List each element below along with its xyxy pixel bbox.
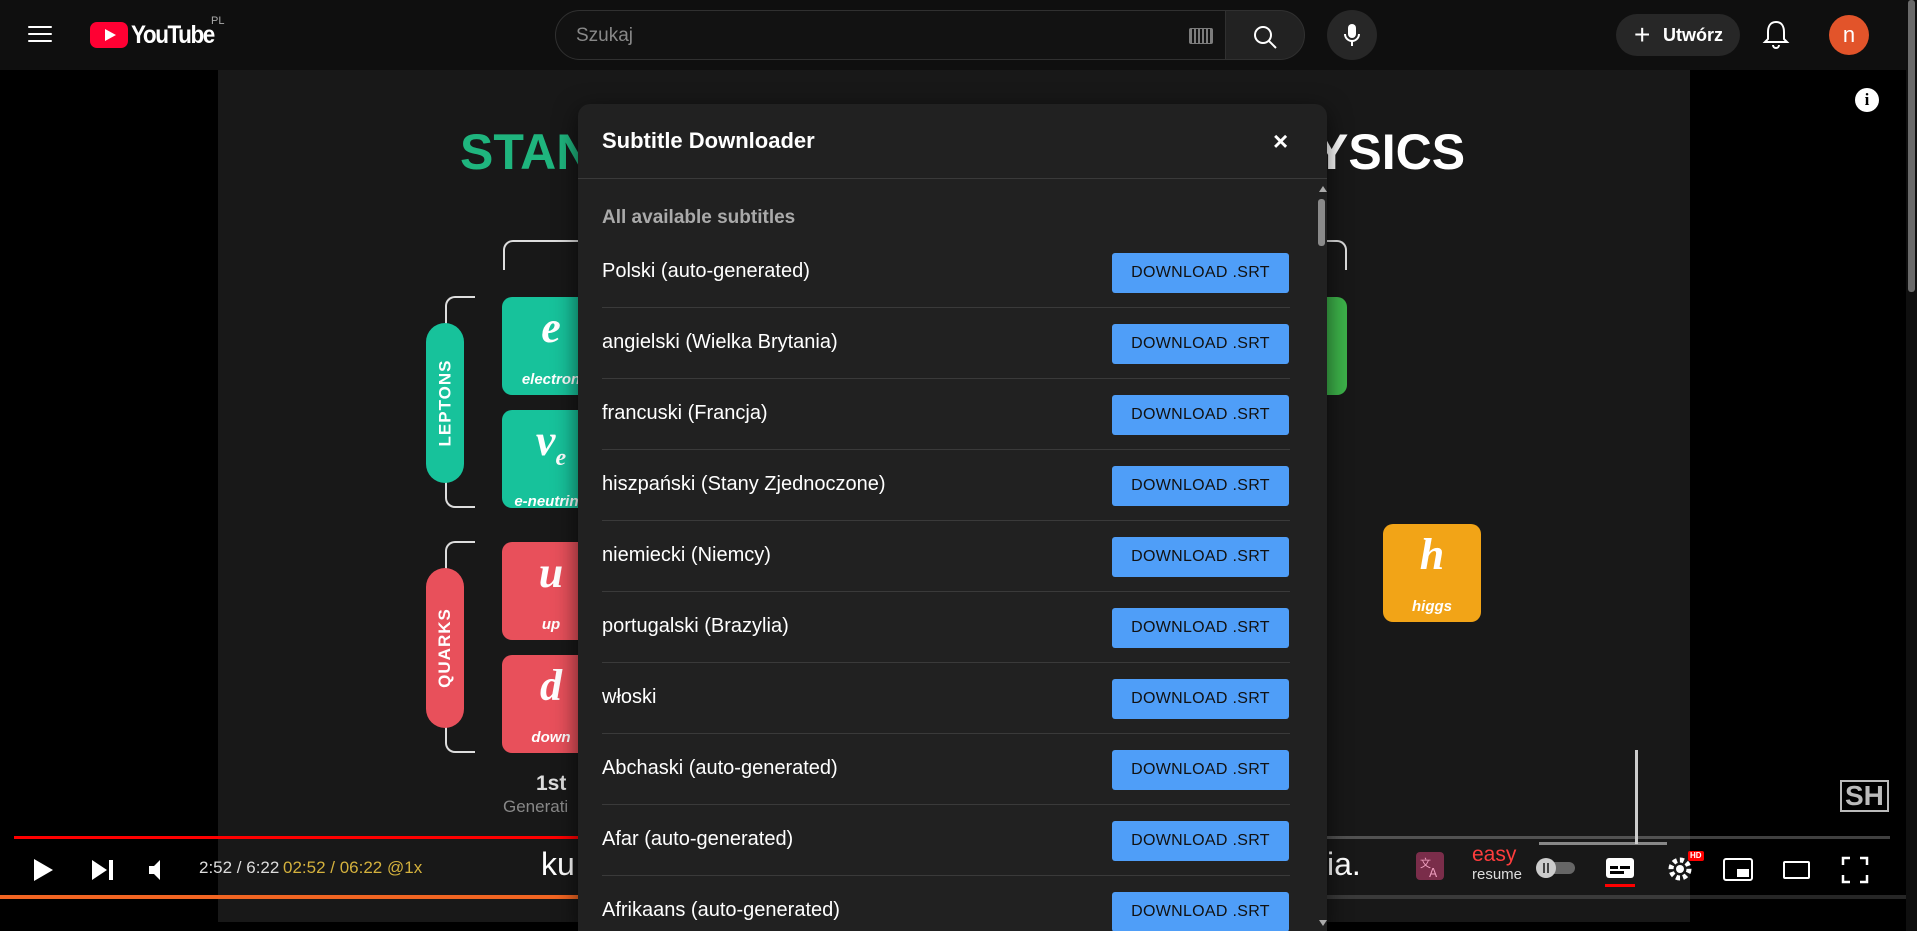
fullscreen-icon[interactable] [1841,856,1869,884]
subtitle-row: portugalski (Brazylia) DOWNLOAD .SRT [602,592,1290,663]
channel-watermark[interactable]: SH [1840,780,1889,812]
subtitle-language-label: Abchaski (auto-generated) [602,757,838,779]
mic-icon [1344,24,1360,46]
page-scrollbar-thumb[interactable] [1908,0,1915,292]
generation-label: Generati [503,797,569,816]
subtitle-row: Abchaski (auto-generated) DOWNLOAD .SRT [602,734,1290,805]
subtitle-language-label: włoski [602,686,657,708]
subtitle-row: francuski (Francja) DOWNLOAD .SRT [602,379,1290,450]
volume-slider-handle[interactable] [1635,750,1638,844]
dialog-scrollbar-thumb[interactable] [1318,199,1325,246]
video-title-left: STAN [460,124,593,180]
download-srt-button[interactable]: DOWNLOAD .SRT [1112,466,1289,506]
subtitle-language-label: Afar (auto-generated) [602,828,794,850]
play-icon[interactable] [30,856,56,884]
subtitle-row: hiszpański (Stany Zjednoczone) DOWNLOAD .… [602,450,1290,521]
search-button[interactable] [1225,10,1305,60]
generation-number: 1st [536,772,567,795]
create-label: Utwórz [1663,24,1723,45]
scroll-up-arrow-icon[interactable] [1319,186,1327,192]
logo-text: YouTube [131,20,215,49]
download-srt-button[interactable]: DOWNLOAD .SRT [1112,395,1289,435]
keyboard-icon[interactable] [1189,28,1213,44]
leptons-label: LEPTONS [426,323,464,483]
download-srt-button[interactable]: DOWNLOAD .SRT [1112,253,1289,293]
subtitle-language-label: niemiecki (Niemcy) [602,544,771,566]
masthead: YouTube PL + Utwórz n [0,0,1917,70]
dialog-header: Subtitle Downloader × [578,104,1327,179]
caption-text-left: ku [541,846,575,882]
youtube-logo-icon [90,22,128,48]
miniplayer-icon[interactable] [1722,857,1754,883]
search-box [555,10,1226,60]
download-srt-button[interactable]: DOWNLOAD .SRT [1112,679,1289,719]
video-title-right: YSICS [1315,124,1466,180]
subtitles-active-indicator [1605,884,1635,887]
scroll-down-arrow-icon[interactable] [1319,920,1327,926]
subtitle-row: Polski (auto-generated) DOWNLOAD .SRT [602,237,1290,308]
subtitle-row: niemiecki (Niemcy) DOWNLOAD .SRT [602,521,1290,592]
caption-text-right: ia. [1327,846,1361,882]
plus-icon: + [1634,19,1651,50]
subtitle-language-label: angielski (Wielka Brytania) [602,331,838,353]
info-icon[interactable]: i [1855,88,1879,112]
search-input[interactable] [576,23,1156,49]
time-display: 2:52 / 6:22 [199,858,280,877]
avatar[interactable]: n [1829,15,1869,55]
theater-mode-icon[interactable] [1782,859,1812,881]
particle-tile-higgs: h higgs [1383,524,1481,622]
easy-resume-subtitle[interactable]: resume [1472,866,1522,883]
next-icon[interactable] [90,858,116,882]
translate-icon[interactable]: 文A [1415,851,1445,881]
subtitle-row: Afrikaans (auto-generated) DOWNLOAD .SRT [602,876,1290,931]
download-srt-button[interactable]: DOWNLOAD .SRT [1112,892,1289,931]
volume-slider-track[interactable] [1539,842,1667,845]
subtitles-icon[interactable] [1604,856,1638,882]
dialog-body: All available subtitles Polski (auto-gen… [578,180,1327,931]
subtitle-language-label: portugalski (Brazylia) [602,615,789,637]
region-code: PL [211,15,225,27]
create-button[interactable]: + Utwórz [1616,14,1740,56]
youtube-logo[interactable]: YouTube [90,21,223,49]
download-srt-button[interactable]: DOWNLOAD .SRT [1112,750,1289,790]
easy-resume-title[interactable]: easy [1472,843,1516,867]
bell-icon [1762,20,1790,49]
subtitle-row: Afar (auto-generated) DOWNLOAD .SRT [602,805,1290,876]
time-extension-display: 02:52 / 06:22 @1x [283,858,423,877]
subtitle-row: włoski DOWNLOAD .SRT [602,663,1290,734]
section-heading: All available subtitles [602,207,796,228]
subtitle-language-label: Afrikaans (auto-generated) [602,899,840,921]
notifications-button[interactable] [1761,18,1791,50]
search-icon [1254,26,1277,49]
download-srt-button[interactable]: DOWNLOAD .SRT [1112,608,1289,648]
download-srt-button[interactable]: DOWNLOAD .SRT [1112,537,1289,577]
dialog-title: Subtitle Downloader [602,128,815,153]
subtitle-downloader-dialog: Subtitle Downloader × All available subt… [578,104,1327,931]
subtitle-language-label: hiszpański (Stany Zjednoczone) [602,473,886,495]
subtitle-row: angielski (Wielka Brytania) DOWNLOAD .SRT [602,308,1290,379]
subtitle-language-label: Polski (auto-generated) [602,260,810,282]
voice-search-button[interactable] [1327,10,1377,60]
svg-text:A: A [1429,866,1438,880]
hd-badge: HD [1688,851,1704,861]
download-srt-button[interactable]: DOWNLOAD .SRT [1112,324,1289,364]
download-srt-button[interactable]: DOWNLOAD .SRT [1112,821,1289,861]
quarks-label: QUARKS [426,568,464,728]
mute-icon[interactable] [146,857,172,883]
menu-icon[interactable] [28,22,62,46]
subtitle-language-label: francuski (Francja) [602,402,768,424]
autoplay-toggle[interactable] [1535,857,1579,879]
close-icon[interactable]: × [1273,128,1288,154]
dialog-scrollbar-track[interactable] [1316,180,1327,931]
